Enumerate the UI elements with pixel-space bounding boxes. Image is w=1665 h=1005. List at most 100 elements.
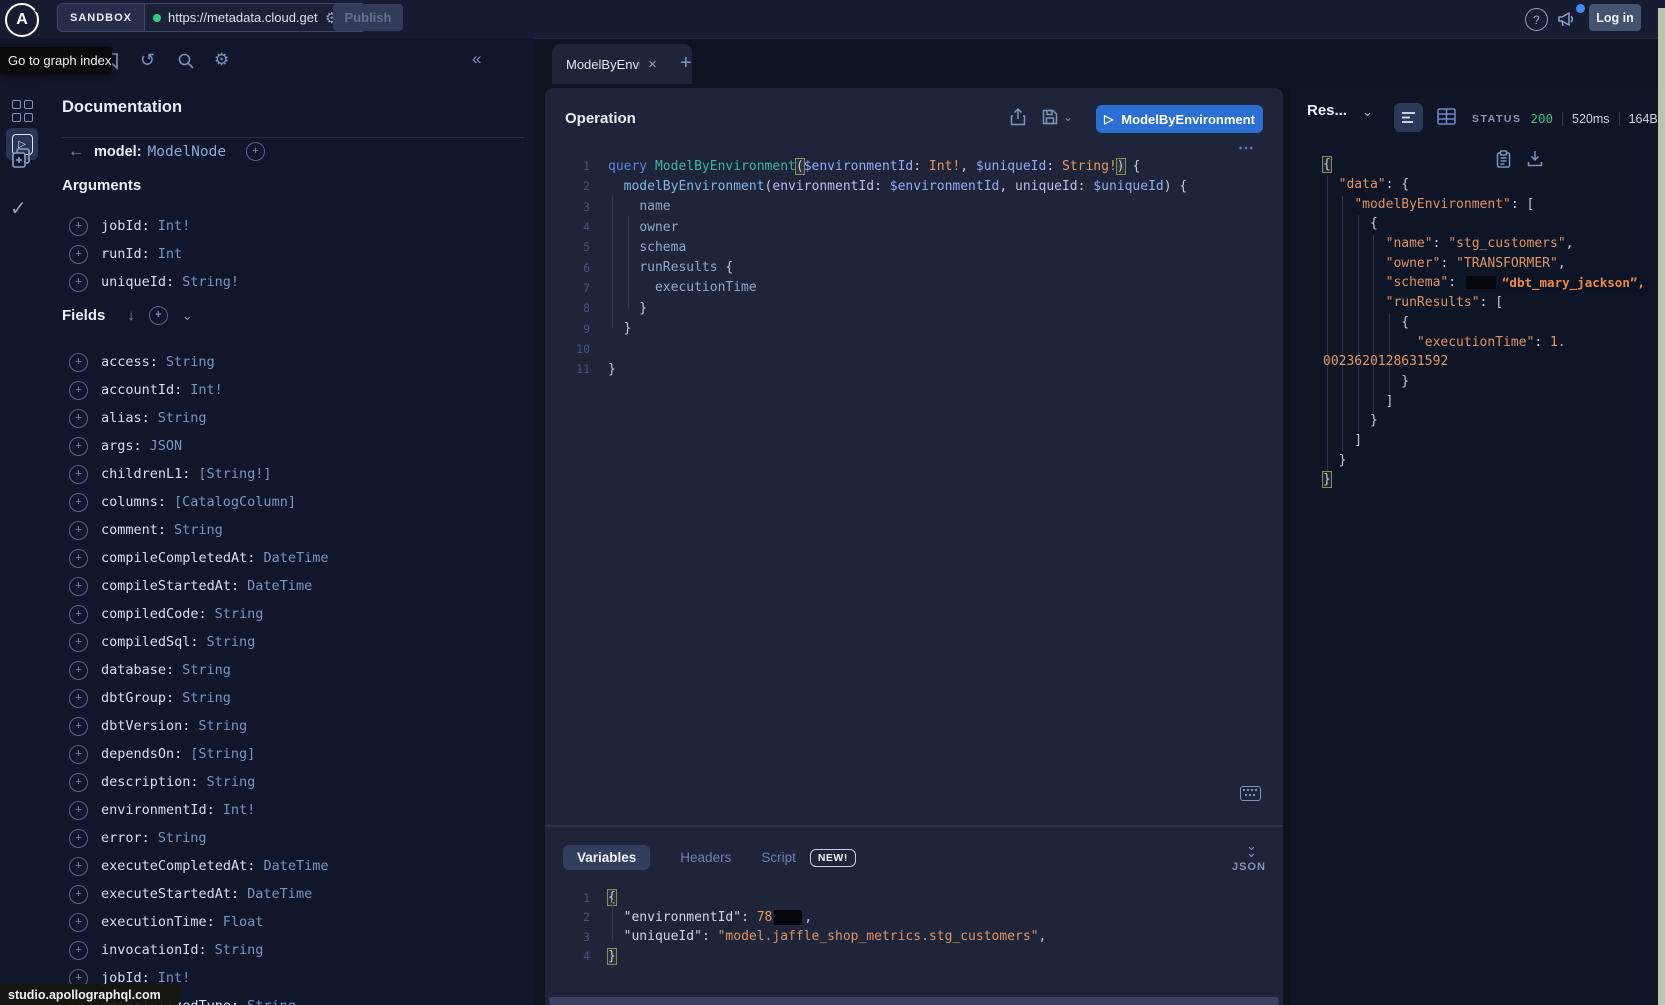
field-type[interactable]: Int! [223, 802, 256, 818]
add-argument-button[interactable]: + [69, 273, 88, 292]
code-line[interactable]: 3 name [549, 197, 1187, 217]
tab-headers[interactable]: Headers [680, 850, 731, 865]
field-type[interactable]: JSON [150, 438, 183, 454]
field-type[interactable]: [String] [190, 746, 255, 762]
argument-type[interactable]: Int! [158, 218, 191, 234]
share-operation-icon[interactable] [1010, 108, 1026, 126]
field-name[interactable]: columns: [101, 494, 166, 510]
response-json[interactable]: { "data": { "modelByEnvironment": [ { "n… [1291, 155, 1649, 490]
field-name[interactable]: compileStartedAt: [101, 578, 239, 594]
add-field-button[interactable]: + [69, 633, 88, 652]
field-name[interactable]: database: [101, 662, 174, 678]
variables-line[interactable]: 1 { [549, 888, 1046, 908]
history-icon[interactable]: ↺ [140, 50, 155, 71]
code-line[interactable]: 4 owner [549, 217, 1187, 237]
field-type[interactable]: String [182, 662, 231, 678]
field-row[interactable]: + executeStartedAt: DateTime [69, 880, 328, 908]
field-name[interactable]: executionTime: [101, 914, 215, 930]
field-name[interactable]: args: [101, 438, 142, 454]
graph-index-icon[interactable] [12, 100, 32, 120]
publish-button[interactable]: Publish [333, 4, 403, 31]
code-line[interactable]: 10 [549, 339, 1187, 359]
field-type[interactable]: String [174, 522, 223, 538]
add-field-button[interactable]: + [69, 465, 88, 484]
field-row[interactable]: + environmentId: Int! [69, 796, 328, 824]
field-name[interactable]: childrenL1: [101, 466, 190, 482]
code-line[interactable]: 11 } [549, 359, 1187, 379]
field-name[interactable]: accountId: [101, 382, 182, 398]
search-icon[interactable] [177, 52, 195, 70]
field-type[interactable]: DateTime [263, 550, 328, 566]
add-all-fields-button[interactable]: + [149, 306, 168, 325]
field-name[interactable]: comment: [101, 522, 166, 538]
add-field-button[interactable]: + [69, 885, 88, 904]
field-name[interactable]: dbtVersion: [101, 718, 190, 734]
login-button[interactable]: Log in [1589, 4, 1641, 31]
field-type[interactable]: DateTime [247, 578, 312, 594]
field-row[interactable]: + alias: String [69, 404, 328, 432]
settings-gear-icon[interactable]: ⚙ [214, 50, 229, 70]
doc-type-name[interactable]: ModelNode [148, 144, 227, 160]
field-row[interactable]: + accountId: Int! [69, 376, 328, 404]
field-type[interactable]: [CatalogColumn] [174, 494, 296, 510]
field-name[interactable]: executeCompletedAt: [101, 858, 255, 874]
field-row[interactable]: + compiledCode: String [69, 600, 328, 628]
field-row[interactable]: + executionTime: Float [69, 908, 328, 936]
argument-type[interactable]: String! [182, 274, 239, 290]
argument-name[interactable]: runId: [101, 246, 150, 262]
field-type[interactable]: DateTime [263, 858, 328, 874]
field-name[interactable]: invocationId: [101, 942, 207, 958]
field-name[interactable]: executeStartedAt: [101, 886, 239, 902]
help-icon[interactable]: ? [1525, 8, 1548, 31]
operation-more-menu-icon[interactable]: ⋯ [1238, 138, 1256, 158]
response-menu-chevron-icon[interactable]: ⌄ [1362, 104, 1373, 120]
code-line[interactable]: 1 query ModelByEnvironment($environmentI… [549, 156, 1187, 176]
argument-name[interactable]: jobId: [101, 218, 150, 234]
field-row[interactable]: + error: String [69, 824, 328, 852]
add-type-button[interactable]: + [246, 142, 265, 161]
operation-editor[interactable]: 1 query ModelByEnvironment($environmentI… [549, 156, 1187, 379]
add-field-button[interactable]: + [69, 381, 88, 400]
field-type[interactable]: [String!] [198, 466, 271, 482]
field-row[interactable]: + dbtVersion: String [69, 712, 328, 740]
field-row[interactable]: + comment: String [69, 516, 328, 544]
add-field-button[interactable]: + [69, 549, 88, 568]
add-field-button[interactable]: + [69, 717, 88, 736]
code-line[interactable]: 6 runResults { [549, 257, 1187, 277]
field-type[interactable]: String [158, 830, 207, 846]
field-row[interactable]: + compileCompletedAt: DateTime [69, 544, 328, 572]
announcements-icon[interactable] [1556, 9, 1578, 29]
add-field-button[interactable]: + [69, 941, 88, 960]
field-type[interactable]: String [198, 718, 247, 734]
add-field-button[interactable]: + [69, 829, 88, 848]
field-type[interactable]: DateTime [247, 886, 312, 902]
argument-row[interactable]: + uniqueId: String! [69, 268, 239, 296]
field-name[interactable]: environmentId: [101, 802, 215, 818]
field-row[interactable]: + executeCompletedAt: DateTime [69, 852, 328, 880]
field-name[interactable]: dependsOn: [101, 746, 182, 762]
run-operation-button[interactable]: ▷ ModelByEnvironment [1096, 105, 1263, 133]
add-field-button[interactable]: + [69, 857, 88, 876]
code-line[interactable]: 2 modelByEnvironment(environmentId: $env… [549, 176, 1187, 196]
field-name[interactable]: dbtGroup: [101, 690, 174, 706]
add-field-button[interactable]: + [69, 493, 88, 512]
field-type[interactable]: String [182, 690, 231, 706]
add-field-button[interactable]: + [69, 409, 88, 428]
add-argument-button[interactable]: + [69, 217, 88, 236]
add-field-button[interactable]: + [69, 801, 88, 820]
field-type[interactable]: String [215, 942, 264, 958]
field-type[interactable]: Float [223, 914, 264, 930]
field-row[interactable]: + database: String [69, 656, 328, 684]
add-argument-button[interactable]: + [69, 245, 88, 264]
field-row[interactable]: + compiledSql: String [69, 628, 328, 656]
variables-editor[interactable]: 1 { 2 "environmentId": 78, 3 "uniqueId":… [549, 888, 1046, 966]
field-row[interactable]: + invocationId: String [69, 936, 328, 964]
field-type[interactable]: String [207, 634, 256, 650]
field-name[interactable]: compileCompletedAt: [101, 550, 255, 566]
add-field-button[interactable]: + [69, 577, 88, 596]
argument-row[interactable]: + runId: Int [69, 240, 239, 268]
code-line[interactable]: 9 } [549, 318, 1187, 338]
sidebar-item-checks[interactable]: ✓ [10, 196, 27, 221]
argument-type[interactable]: Int [158, 246, 182, 262]
field-row[interactable]: + dbtGroup: String [69, 684, 328, 712]
